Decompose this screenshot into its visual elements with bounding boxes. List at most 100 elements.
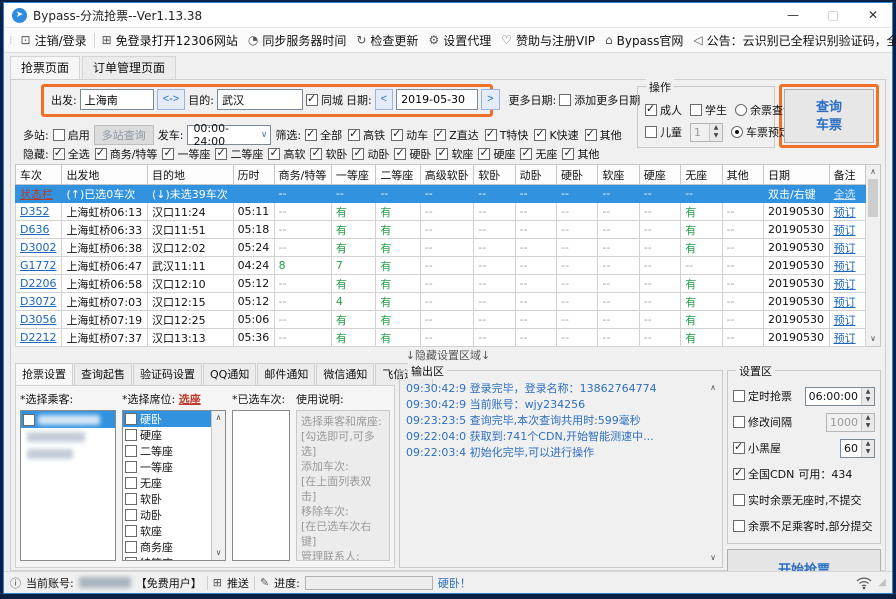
tab-order-page[interactable]: 订单管理页面: [82, 56, 176, 79]
scroll-down-icon[interactable]: ∨: [866, 332, 880, 346]
column-header[interactable]: 出发地: [62, 165, 148, 185]
train-link[interactable]: D3056: [16, 311, 62, 329]
scrollbar-thumb[interactable]: [868, 179, 878, 217]
modify-interval-checkbox[interactable]: 修改间隔: [733, 414, 792, 430]
tab-captcha-settings[interactable]: 验证码设置: [133, 363, 202, 385]
depart-time-select[interactable]: 00:00-24:00 ∨: [187, 125, 271, 145]
tab-qq-notify[interactable]: QQ通知: [203, 363, 256, 385]
train-type-checkbox[interactable]: T特快: [485, 127, 529, 143]
no-submit-when-no-seat-checkbox[interactable]: 实时余票无座时,不提交: [733, 492, 862, 508]
seat-hide-checkbox[interactable]: 其他: [562, 146, 599, 162]
black-room-stepper[interactable]: 60▲▼: [840, 439, 875, 458]
seat-hide-checkbox[interactable]: 全选: [53, 146, 90, 162]
train-row[interactable]: D3002上海虹桥06:38汉口12:0205:24--有有----------…: [16, 239, 866, 257]
passengers-listbox[interactable]: [20, 410, 116, 561]
column-header[interactable]: 备注: [829, 165, 865, 185]
seat-option-9[interactable]: 商务座: [123, 539, 211, 555]
tab-grab-settings[interactable]: 抢票设置: [15, 363, 73, 385]
minimize-button[interactable]: —: [776, 4, 810, 26]
book-tickets-radio[interactable]: 车票预定: [731, 124, 790, 140]
hide-settings-divider[interactable]: ↓隐藏设置区域↓: [15, 347, 881, 363]
maximize-button[interactable]: □: [816, 4, 850, 26]
column-header[interactable]: 目的地: [147, 165, 233, 185]
date-input[interactable]: [396, 89, 478, 110]
column-header[interactable]: 日期: [763, 165, 829, 185]
timed-grab-stepper[interactable]: 06:00:00▲▼: [805, 387, 875, 406]
seat-hide-checkbox[interactable]: 硬卧: [394, 146, 431, 162]
train-link[interactable]: D3072: [16, 293, 62, 311]
column-header[interactable]: 动卧: [515, 165, 556, 185]
train-row[interactable]: D3056上海虹桥07:19汉口12:2505:06--有有----------…: [16, 311, 866, 329]
train-type-checkbox[interactable]: 全部: [305, 127, 342, 143]
book-link[interactable]: 预订: [829, 275, 865, 293]
seat-hide-checkbox[interactable]: 一等座: [162, 146, 210, 162]
national-cdn-checkbox[interactable]: 全国CDN: [733, 466, 794, 482]
student-checkbox[interactable]: 学生: [690, 102, 727, 118]
date-next-button[interactable]: >: [481, 89, 499, 110]
depart-input[interactable]: [80, 89, 154, 110]
scrollbar-track[interactable]: [212, 425, 225, 546]
train-type-checkbox[interactable]: K快速: [534, 127, 578, 143]
tab-ticket-page[interactable]: 抢票页面: [10, 56, 80, 79]
table-scrollbar[interactable]: ∧ ∨: [866, 164, 881, 347]
scroll-up-icon[interactable]: ∧: [866, 165, 880, 179]
scroll-down-icon[interactable]: ∨: [212, 546, 225, 560]
column-header[interactable]: 车次: [16, 165, 62, 185]
seat-option-7[interactable]: 动卧: [123, 507, 211, 523]
column-header[interactable]: 二等座: [376, 165, 420, 185]
train-row[interactable]: G1772上海虹桥06:47武汉11:1104:2487有-----------…: [16, 257, 866, 275]
column-header[interactable]: 高级软卧: [420, 165, 474, 185]
status-row[interactable]: 状态栏(↑)已选0车次(↓)未选39车次--------------------…: [16, 185, 866, 203]
scroll-up-icon[interactable]: ∧: [706, 381, 720, 395]
column-header[interactable]: 商务/特等: [274, 165, 331, 185]
modify-interval-stepper[interactable]: 1000▲▼: [826, 413, 875, 432]
stepper-arrows[interactable]: ▲▼: [861, 440, 874, 457]
train-type-checkbox[interactable]: 动车: [391, 127, 428, 143]
black-room-checkbox[interactable]: 小黑屋: [733, 440, 781, 456]
timed-grab-checkbox[interactable]: 定时抢票: [733, 388, 792, 404]
column-header[interactable]: 历时: [233, 165, 274, 185]
toolbar-item-check-update[interactable]: ↻检查更新: [351, 30, 423, 51]
seat-option-10[interactable]: 特等座: [123, 555, 211, 561]
column-header[interactable]: 软座: [598, 165, 639, 185]
seat-hide-checkbox[interactable]: 无座: [520, 146, 557, 162]
seat-hide-checkbox[interactable]: 软座: [436, 146, 473, 162]
toolbar-item-open-12306[interactable]: ⊞免登录打开12306网站: [97, 30, 243, 51]
seats-scrollbar[interactable]: ∧ ∨: [211, 411, 225, 560]
seats-listbox[interactable]: 硬卧硬座二等座一等座无座软卧动卧软座商务座特等座 ∧ ∨: [122, 410, 226, 561]
multi-station-query-button[interactable]: 多站查询: [94, 125, 154, 145]
train-row[interactable]: D636上海虹桥06:33汉口11:5105:18--有有-----------…: [16, 221, 866, 239]
train-row[interactable]: D2212上海虹桥07:37汉口13:1305:36--有有----------…: [16, 329, 866, 347]
column-header[interactable]: 硬座: [639, 165, 680, 185]
seat-option-5[interactable]: 无座: [123, 475, 211, 491]
tab-mail-notify[interactable]: 邮件通知: [257, 363, 315, 385]
seat-hide-checkbox[interactable]: 动卧: [352, 146, 389, 162]
book-link[interactable]: 预订: [829, 329, 865, 347]
book-link[interactable]: 预订: [829, 221, 865, 239]
seat-hide-checkbox[interactable]: 硬座: [478, 146, 515, 162]
add-more-dates-checkbox[interactable]: 添加更多日期: [559, 92, 640, 108]
seat-pick-link[interactable]: 选座: [179, 393, 201, 406]
scrollbar-track[interactable]: [866, 179, 880, 332]
child-count-stepper[interactable]: 1 ▲▼: [690, 123, 723, 142]
seat-option-3[interactable]: 二等座: [123, 443, 211, 459]
toolbar-item-logout-login[interactable]: ⊡注销/登录: [16, 30, 92, 51]
seat-option-4[interactable]: 一等座: [123, 459, 211, 475]
column-header[interactable]: 软卧: [474, 165, 515, 185]
train-row[interactable]: D3072上海虹桥07:03汉口12:1505:12--4有----------…: [16, 293, 866, 311]
stepper-arrows[interactable]: ▲▼: [709, 124, 722, 141]
swap-stations-button[interactable]: <->: [157, 89, 186, 110]
toolbar-item-official-site[interactable]: ⌂Bypass官网: [600, 30, 688, 51]
train-type-checkbox[interactable]: 高铁: [348, 127, 385, 143]
adult-checkbox[interactable]: 成人: [645, 102, 682, 118]
toolbar-item-announcement[interactable]: ◁公告：云识别已全程识别验证码，全自动订票！: [688, 30, 896, 51]
train-type-checkbox[interactable]: Z直达: [434, 127, 479, 143]
scrollbar-track[interactable]: [706, 395, 720, 551]
book-link[interactable]: 预订: [829, 311, 865, 329]
passenger-item-redacted[interactable]: [21, 411, 115, 428]
enable-multi-station-checkbox[interactable]: 启用: [53, 127, 90, 143]
train-link[interactable]: D2206: [16, 275, 62, 293]
tab-query-onsale[interactable]: 查询起售: [74, 363, 132, 385]
stepper-arrows[interactable]: ▲▼: [861, 388, 874, 405]
partial-submit-checkbox[interactable]: 余票不足乘客时,部分提交: [733, 518, 873, 534]
